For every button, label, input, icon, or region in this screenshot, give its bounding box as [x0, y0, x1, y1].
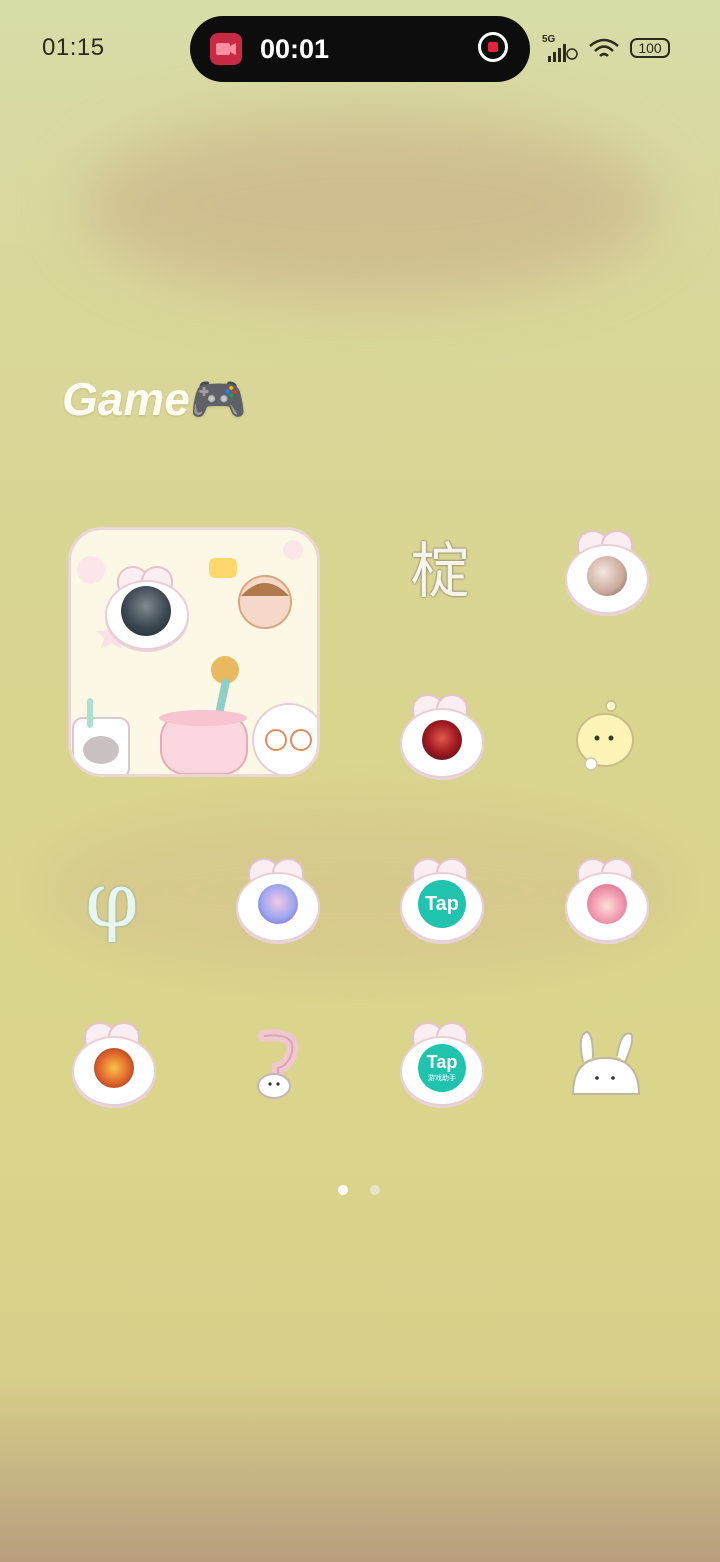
page-dot-inactive[interactable] [370, 1185, 380, 1195]
red-hero-game-icon[interactable] [398, 694, 484, 778]
taptap-helper-icon[interactable]: Tap 游戏助手 [398, 1022, 484, 1106]
game-widget[interactable] [68, 527, 320, 777]
clock: 01:15 [42, 34, 105, 61]
anime-girl-game-icon[interactable] [234, 858, 320, 942]
folder-title-text: Game [62, 373, 190, 425]
status-bar: 01:15 00:01 5G 100 [0, 0, 720, 100]
battery-indicator: 100 [630, 38, 670, 58]
glyph-app-label: 椗 [410, 537, 470, 607]
wifi-icon [589, 38, 619, 57]
yellow-chick-app-icon[interactable] [563, 694, 647, 778]
stop-icon [488, 42, 498, 52]
bunny-icon [571, 1030, 641, 1095]
screen-recording-pill[interactable]: 00:01 [190, 16, 530, 82]
girls-game-icon[interactable] [563, 530, 649, 614]
pink-hair-game-icon[interactable] [563, 858, 649, 942]
pink-swirl-app-icon[interactable] [234, 1022, 318, 1106]
psi-app-icon[interactable]: φ [70, 858, 154, 942]
recorder-icon [210, 33, 242, 65]
page-indicator[interactable] [338, 1182, 402, 1200]
page-dot-active[interactable] [338, 1185, 348, 1195]
folder-title[interactable]: Game🎮 [62, 372, 247, 427]
dragon-game-icon[interactable] [70, 1022, 156, 1106]
identity-v-icon[interactable] [103, 566, 189, 650]
chick-icon [576, 700, 634, 771]
glyph-app-icon[interactable]: 椗 [398, 530, 482, 614]
signal-icon [548, 44, 578, 62]
gamepad-icon: 🎮 [189, 373, 248, 425]
psi-app-label: φ [85, 855, 139, 944]
taptap-helper-sublabel: 游戏助手 [428, 1075, 456, 1082]
recording-timer: 00:01 [260, 34, 330, 64]
swirl-icon [257, 1029, 299, 1099]
taptap-icon[interactable]: Tap [398, 858, 484, 942]
white-bunny-app-icon[interactable] [563, 1022, 647, 1106]
taptap-helper-label: Tap [426, 1052, 458, 1072]
taptap-label: Tap [424, 893, 460, 915]
stop-recording-button[interactable] [478, 32, 508, 62]
